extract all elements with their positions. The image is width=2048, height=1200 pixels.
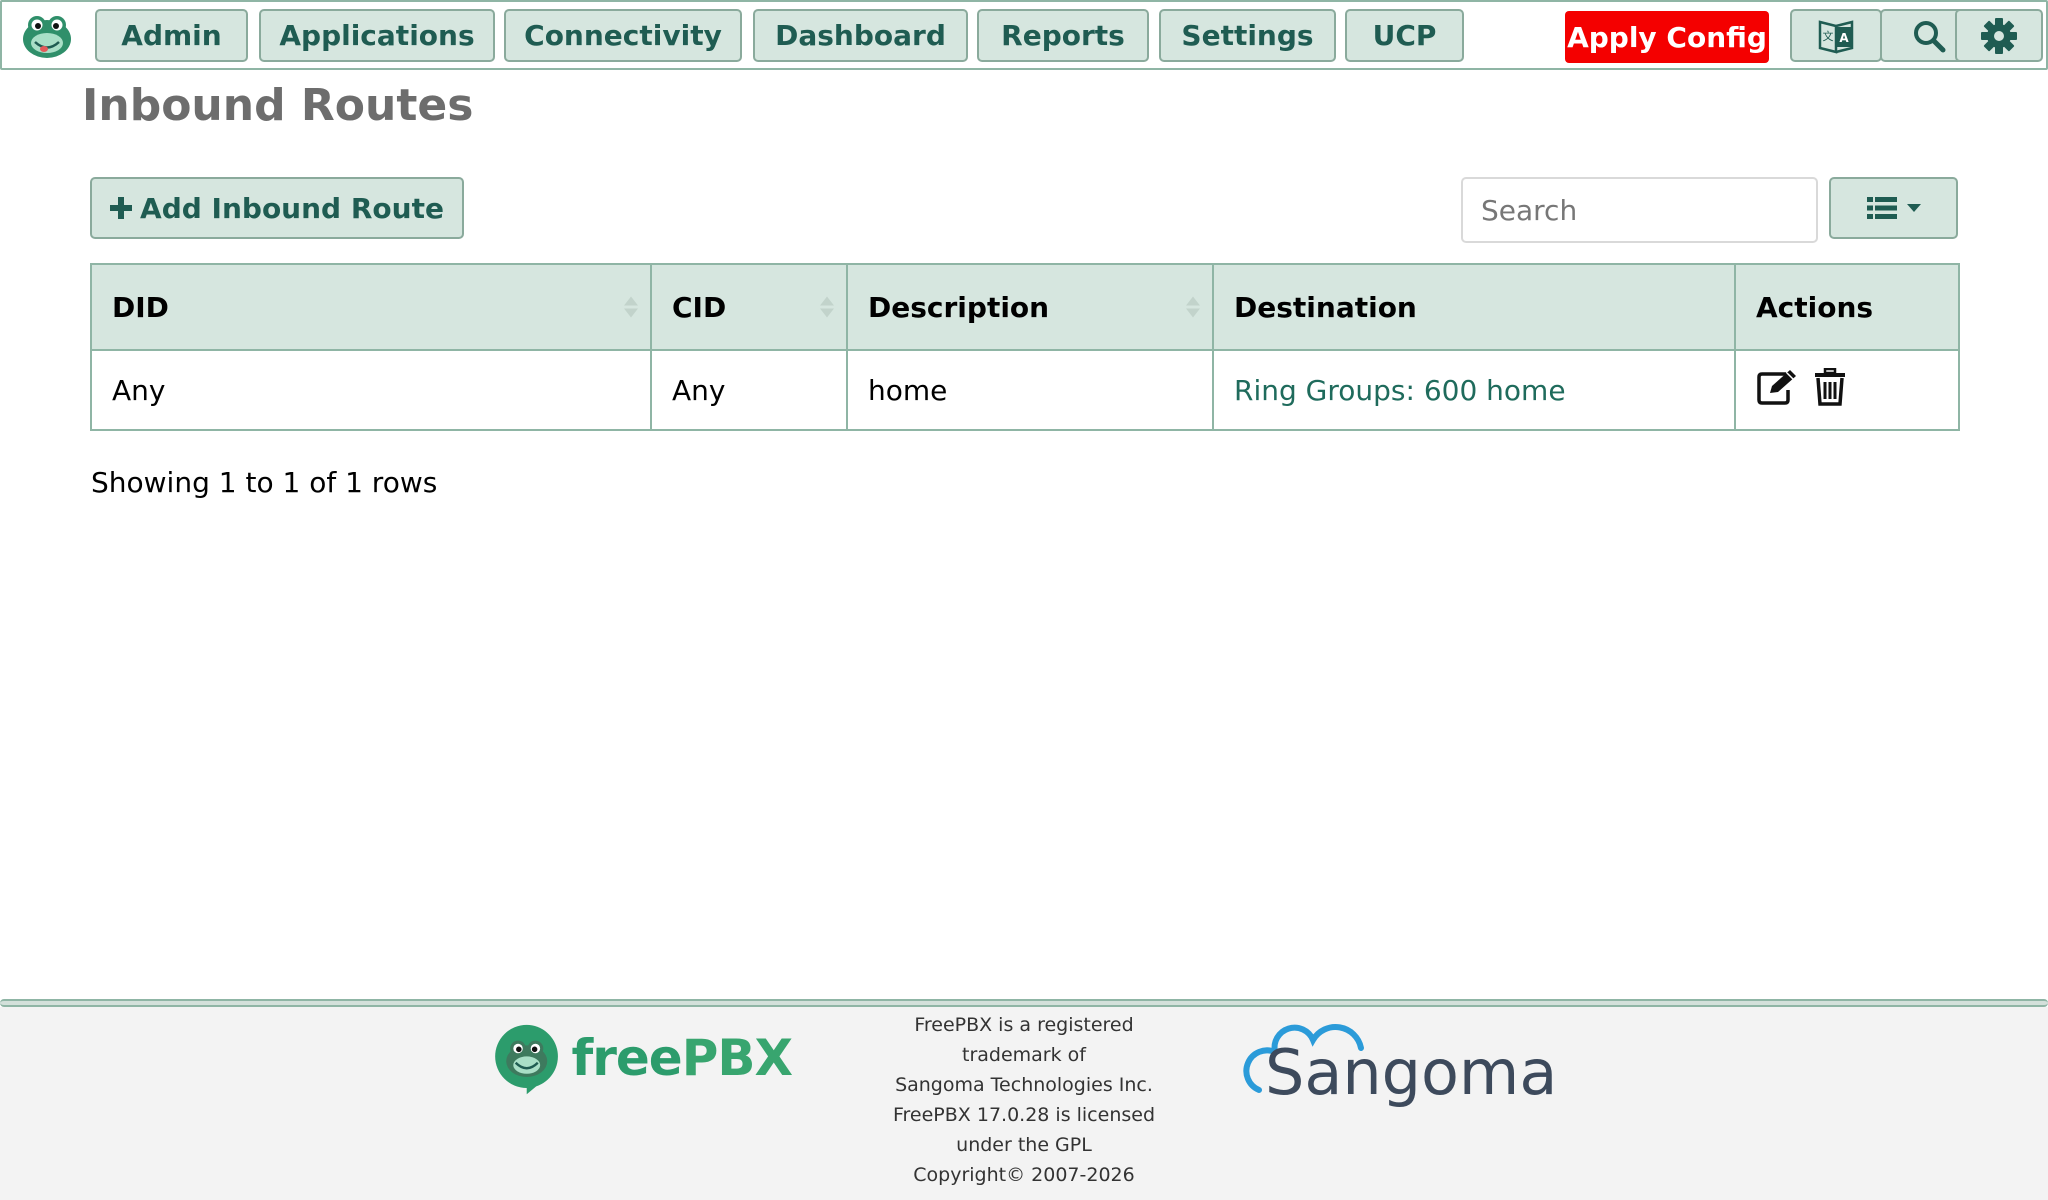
nav-admin[interactable]: Admin [95,9,248,62]
freepbx-home-logo[interactable] [18,12,76,60]
frog-logo-icon [495,1024,558,1095]
apply-config-button[interactable]: Apply Config [1565,11,1769,63]
column-header-destination: Destination [1212,263,1736,351]
cell-description: home [846,349,1214,431]
sort-icon [820,296,834,318]
cell-destination: Ring Groups: 600 home [1212,349,1736,431]
sangoma-cloud-icon: Sangoma [1243,1024,1557,1109]
settings-menu-button[interactable] [1955,9,2043,62]
pagination-info: Showing 1 to 1 of 1 rows [91,466,438,499]
columns-toggle-button[interactable] [1829,177,1958,239]
caret-down-icon [1906,203,1921,212]
column-header-did[interactable]: DID [90,263,652,351]
top-navbar: Admin Applications Connectivity Dashboar… [0,0,2048,70]
table-row: Any Any home Ring Groups: 600 home [90,349,1960,431]
inbound-routes-table: DID CID Description Destination Actions … [90,263,1960,431]
svg-text:文: 文 [1823,29,1834,43]
page-title: Inbound Routes [82,80,474,131]
column-header-actions: Actions [1734,263,1960,351]
column-header-description[interactable]: Description [846,263,1214,351]
nav-ucp[interactable]: UCP [1345,9,1464,62]
sort-icon [624,296,638,318]
plus-icon [110,191,133,225]
nav-reports[interactable]: Reports [977,9,1149,62]
edit-icon [1757,369,1796,405]
table-header-row: DID CID Description Destination Actions [90,263,1960,351]
language-icon: A 文 [1818,19,1854,54]
nav-applications[interactable]: Applications [259,9,495,62]
nav-connectivity[interactable]: Connectivity [504,9,742,62]
language-button[interactable]: A 文 [1790,9,1882,62]
add-inbound-route-label: Add Inbound Route [140,191,444,225]
freepbx-wordmark: freePBX [571,1029,793,1087]
column-header-cid[interactable]: CID [650,263,848,351]
sort-icon [1186,296,1200,318]
frog-logo-icon [23,16,71,58]
nav-settings[interactable]: Settings [1159,9,1336,62]
trash-icon [1815,367,1845,406]
sangoma-wordmark: Sangoma [1265,1036,1557,1109]
search-icon [1914,20,1946,52]
svg-text:A: A [1839,31,1849,45]
destination-link[interactable]: Ring Groups: 600 home [1234,374,1566,407]
cell-did: Any [90,349,652,431]
table-search-input[interactable] [1461,177,1818,243]
edit-button[interactable] [1756,368,1800,413]
cell-actions [1734,349,1960,431]
gear-icon [1981,17,2017,54]
sangoma-logo[interactable]: Sangoma [1225,1012,1575,1112]
list-icon [1866,197,1897,219]
cell-cid: Any [650,349,848,431]
add-inbound-route-button[interactable]: Add Inbound Route [90,177,464,239]
freepbx-footer-logo[interactable]: freePBX [492,1012,793,1104]
footer-divider [0,999,2048,1007]
delete-button[interactable] [1814,367,1846,413]
nav-dashboard[interactable]: Dashboard [753,9,968,62]
footer-copyright: FreePBX is a registered trademark of San… [892,1014,1156,1186]
